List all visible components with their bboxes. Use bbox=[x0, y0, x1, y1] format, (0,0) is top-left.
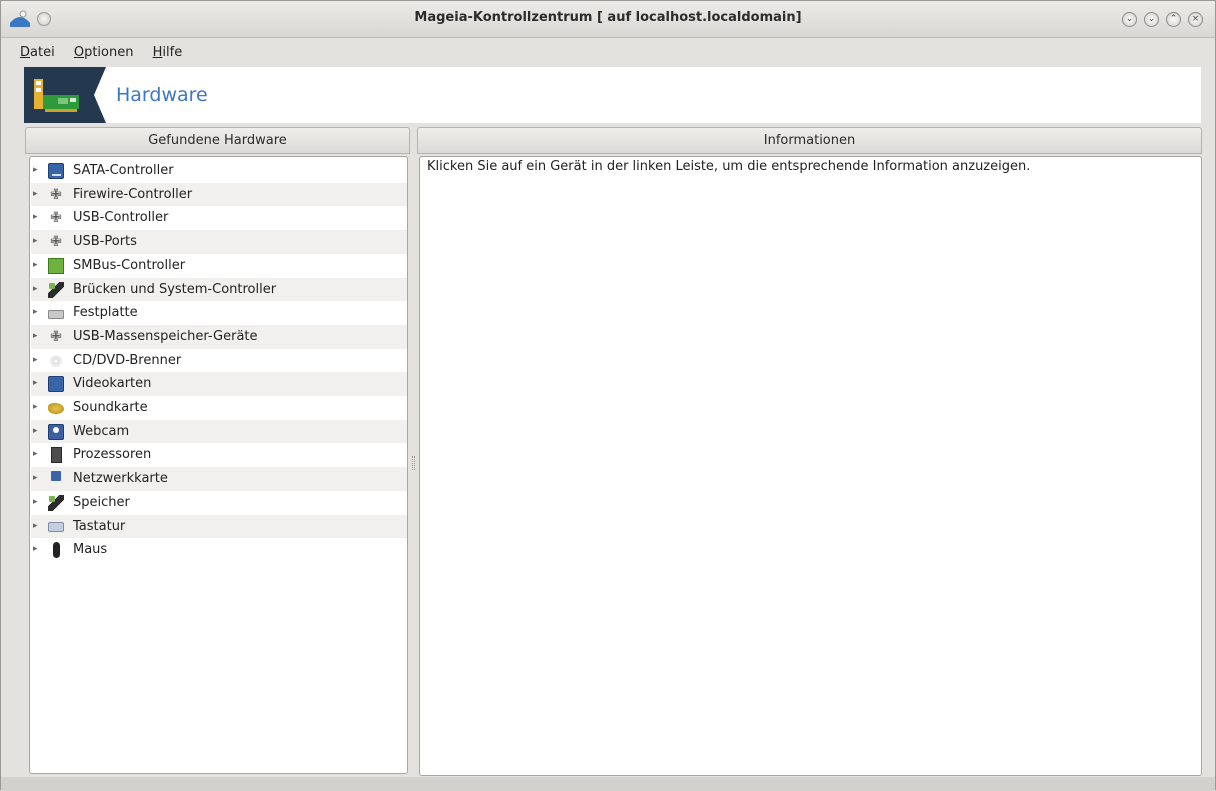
tree-row-tastatur[interactable]: ▸ Tastatur bbox=[31, 514, 407, 539]
chip-icon bbox=[48, 257, 64, 274]
tree-label: Maus bbox=[73, 542, 108, 558]
menu-optionen[interactable]: Optionen bbox=[74, 45, 134, 60]
tree-label: USB-Controller bbox=[73, 210, 169, 226]
expander-icon[interactable]: ▸ bbox=[33, 545, 42, 554]
menu-optionen-label: ptionen bbox=[84, 45, 134, 60]
network-icon bbox=[51, 471, 61, 482]
monitor-icon bbox=[48, 376, 64, 393]
section-banner: Hardware bbox=[24, 67, 1201, 123]
shade-icon[interactable]: ⌄ bbox=[1144, 12, 1159, 27]
expander-icon[interactable]: ▸ bbox=[33, 474, 42, 483]
menu-hilfe[interactable]: Hilfe bbox=[153, 45, 183, 60]
tree-label: Speicher bbox=[73, 494, 130, 510]
keyboard-icon bbox=[48, 521, 64, 532]
tree-label: SATA-Controller bbox=[73, 163, 174, 178]
mouse-icon bbox=[53, 542, 60, 559]
speaker-icon bbox=[48, 403, 64, 414]
hardware-tree[interactable]: ▸ SATA-Controller ▸ ✙ Firewire-Controlle… bbox=[29, 156, 408, 774]
tree-row-usb-ports[interactable]: ▸ ✙ USB-Ports bbox=[31, 230, 407, 254]
plug-icon: ✙ bbox=[50, 328, 62, 345]
main-window: Mageia-Kontrollzentrum [ auf localhost.l… bbox=[0, 0, 1216, 791]
tree-row-smbus-controller[interactable]: ▸ SMBus-Controller bbox=[31, 254, 407, 278]
window-title: Mageia-Kontrollzentrum [ auf localhost.l… bbox=[414, 10, 802, 25]
menu-datei[interactable]: Datei bbox=[20, 45, 55, 60]
expander-icon[interactable]: ▸ bbox=[33, 308, 42, 317]
expander-icon[interactable]: ▸ bbox=[33, 237, 42, 246]
close-icon[interactable]: × bbox=[1188, 12, 1203, 27]
expander-icon[interactable]: ▸ bbox=[33, 426, 42, 436]
maximize-icon[interactable]: ⌃ bbox=[1166, 12, 1181, 27]
tree-row-sata-controller[interactable]: ▸ SATA-Controller bbox=[31, 159, 407, 183]
tree-row-usb-mass-storage[interactable]: ▸ ✙ USB-Massenspeicher-Geräte bbox=[31, 324, 407, 349]
tree-label: Videokarten bbox=[73, 376, 152, 392]
hardware-banner-icon bbox=[24, 67, 118, 123]
expander-icon[interactable]: ▸ bbox=[33, 403, 42, 412]
tree-row-webcam[interactable]: ▸ Webcam bbox=[31, 419, 407, 444]
tree-label: CD/DVD-Brenner bbox=[73, 352, 182, 368]
pane-splitter[interactable] bbox=[410, 156, 417, 774]
menu-datei-mnemonic: D bbox=[20, 45, 31, 60]
information-panel: Klicken Sie auf ein Gerät in der linken … bbox=[419, 156, 1202, 776]
menu-datei-label: atei bbox=[30, 45, 55, 60]
tree-row-bridges-controller[interactable]: ▸ Brücken und System-Controller bbox=[31, 277, 407, 302]
tree-row-firewire-controller[interactable]: ▸ ✙ Firewire-Controller bbox=[31, 182, 407, 207]
tree-row-maus[interactable]: ▸ Maus bbox=[31, 538, 407, 562]
window-bottom-edge bbox=[1, 777, 1215, 791]
drive-icon bbox=[48, 163, 64, 179]
tree-row-videokarten[interactable]: ▸ Videokarten bbox=[31, 372, 407, 396]
splitter-grip-icon[interactable] bbox=[412, 456, 415, 470]
tree-label: Tastatur bbox=[73, 518, 126, 534]
expander-icon[interactable]: ▸ bbox=[33, 497, 42, 507]
menu-optionen-mnemonic: O bbox=[73, 45, 85, 60]
tree-label: USB-Ports bbox=[73, 234, 137, 250]
cd-icon bbox=[50, 354, 62, 367]
right-pane-header[interactable]: Informationen bbox=[417, 127, 1202, 154]
tree-label: Prozessoren bbox=[73, 447, 152, 463]
memory-stick-icon bbox=[48, 494, 64, 511]
expander-icon[interactable]: ▸ bbox=[33, 260, 42, 270]
tree-label: Festplatte bbox=[73, 305, 138, 321]
webcam-icon bbox=[48, 423, 64, 440]
expander-icon[interactable]: ▸ bbox=[33, 331, 42, 341]
menu-bar: Datei Optionen Hilfe bbox=[1, 45, 1215, 67]
tree-label: Brücken und System-Controller bbox=[73, 281, 277, 297]
tree-row-prozessoren[interactable]: ▸ Prozessoren bbox=[31, 443, 407, 467]
tree-label: Firewire-Controller bbox=[73, 186, 193, 202]
expander-icon[interactable]: ▸ bbox=[33, 166, 42, 175]
tree-label: Netzwerkkarte bbox=[73, 471, 168, 487]
plug-icon: ✙ bbox=[50, 234, 62, 251]
tree-row-netzwerkkarte[interactable]: ▸ Netzwerkkarte bbox=[31, 467, 407, 491]
tree-row-soundkarte[interactable]: ▸ Soundkarte bbox=[31, 396, 407, 420]
expander-icon[interactable]: ▸ bbox=[33, 284, 42, 294]
expander-icon[interactable]: ▸ bbox=[33, 521, 42, 531]
plug-icon: ✙ bbox=[50, 210, 62, 227]
menu-hilfe-mnemonic: H bbox=[152, 45, 163, 60]
cpu-icon bbox=[51, 447, 62, 464]
expander-icon[interactable]: ▸ bbox=[33, 379, 42, 388]
tree-label: Soundkarte bbox=[73, 400, 148, 415]
tree-row-usb-controller[interactable]: ▸ ✙ USB-Controller bbox=[31, 206, 407, 230]
minimize-icon[interactable]: ⌄ bbox=[1122, 12, 1137, 27]
tree-row-speicher[interactable]: ▸ Speicher bbox=[31, 491, 407, 515]
expander-icon[interactable]: ▸ bbox=[33, 213, 42, 222]
left-pane-header[interactable]: Gefundene Hardware bbox=[25, 127, 410, 154]
tree-label: Webcam bbox=[73, 423, 130, 439]
memory-stick-icon bbox=[48, 281, 64, 298]
tree-row-cd-dvd-burner[interactable]: ▸ CD/DVD-Brenner bbox=[31, 349, 407, 373]
expander-icon[interactable]: ▸ bbox=[33, 189, 42, 199]
information-text: Klicken Sie auf ein Gerät in der linken … bbox=[427, 159, 1031, 174]
expander-icon[interactable]: ▸ bbox=[33, 450, 42, 459]
tree-row-festplatte[interactable]: ▸ Festplatte bbox=[31, 301, 407, 325]
tree-label: SMBus-Controller bbox=[73, 257, 186, 273]
title-bar[interactable]: Mageia-Kontrollzentrum [ auf localhost.l… bbox=[1, 1, 1215, 38]
harddisk-icon bbox=[48, 310, 64, 320]
plug-icon: ✙ bbox=[50, 186, 62, 203]
menu-hilfe-label: ilfe bbox=[162, 45, 183, 60]
banner-title: Hardware bbox=[116, 84, 208, 106]
expander-icon[interactable]: ▸ bbox=[33, 355, 42, 365]
tree-label: USB-Massenspeicher-Geräte bbox=[73, 328, 258, 344]
